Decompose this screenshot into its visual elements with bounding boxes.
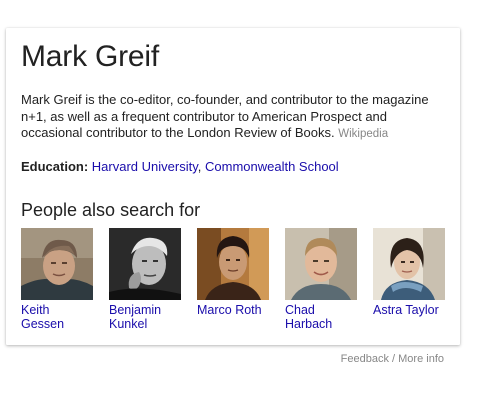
education-separator: , bbox=[197, 159, 202, 174]
person-card-benjamin-kunkel[interactable]: Benjamin Kunkel bbox=[109, 228, 181, 331]
entity-description: Mark Greif is the co-editor, co-founder,… bbox=[21, 92, 451, 143]
person-photo[interactable] bbox=[21, 228, 93, 300]
panel-footer: Feedback / More info bbox=[341, 353, 444, 365]
person-card-marco-roth[interactable]: Marco Roth bbox=[197, 228, 269, 317]
person-name[interactable]: Chad Harbach bbox=[285, 303, 357, 331]
education-label: Education: bbox=[21, 159, 89, 174]
people-carousel: Keith Gessen Benjamin Kunkel Marco Roth … bbox=[21, 228, 461, 338]
person-name[interactable]: Keith Gessen bbox=[21, 303, 93, 331]
entity-title: Mark Greif bbox=[21, 40, 160, 73]
person-photo[interactable] bbox=[109, 228, 181, 300]
feedback-link[interactable]: Feedback bbox=[341, 353, 389, 365]
school-link-harvard[interactable]: Harvard University bbox=[92, 159, 198, 174]
footer-divider: / bbox=[392, 353, 396, 365]
person-card-astra-taylor[interactable]: Astra Taylor bbox=[373, 228, 445, 317]
knowledge-panel: Mark Greif Mark Greif is the co-editor, … bbox=[6, 28, 460, 345]
education-row: Education: Harvard University, Commonwea… bbox=[21, 159, 451, 175]
person-photo[interactable] bbox=[373, 228, 445, 300]
wikipedia-source-link[interactable]: Wikipedia bbox=[338, 128, 388, 140]
person-name[interactable]: Benjamin Kunkel bbox=[109, 303, 181, 331]
person-photo[interactable] bbox=[197, 228, 269, 300]
school-link-commonwealth[interactable]: Commonwealth School bbox=[205, 159, 339, 174]
person-photo[interactable] bbox=[285, 228, 357, 300]
person-name[interactable]: Astra Taylor bbox=[373, 303, 445, 317]
people-also-search-heading: People also search for bbox=[21, 200, 201, 220]
more-info-link[interactable]: More info bbox=[398, 353, 444, 365]
person-card-chad-harbach[interactable]: Chad Harbach bbox=[285, 228, 357, 331]
person-name[interactable]: Marco Roth bbox=[197, 303, 269, 317]
person-card-keith-gessen[interactable]: Keith Gessen bbox=[21, 228, 93, 331]
